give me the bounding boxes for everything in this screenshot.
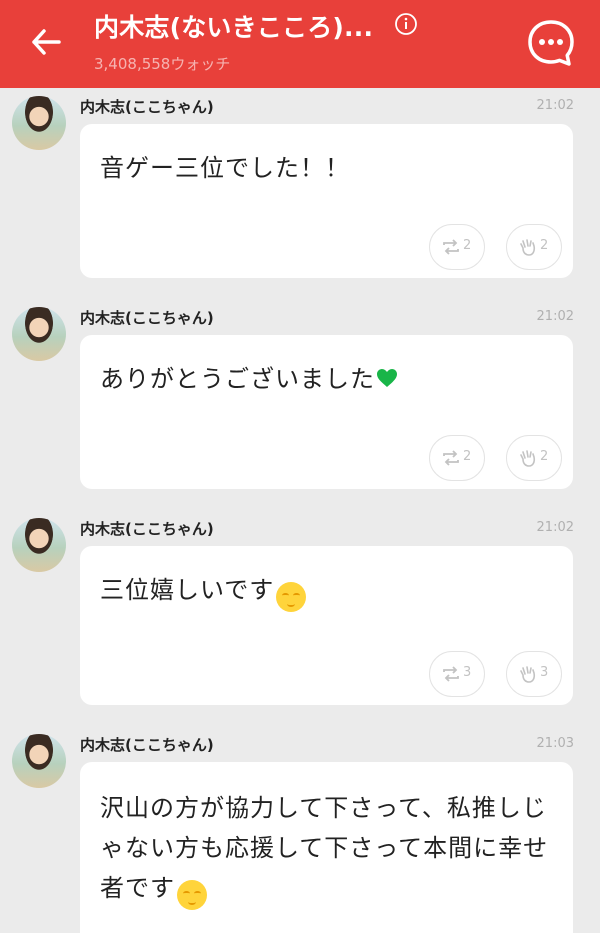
clap-icon xyxy=(520,666,536,683)
author-name: 内木志(ここちゃん) xyxy=(80,98,214,116)
clap-button[interactable]: 2 xyxy=(506,435,562,481)
avatar[interactable] xyxy=(12,96,66,150)
post-time: 21:02 xyxy=(536,309,574,324)
post-time: 21:02 xyxy=(536,520,574,535)
post-item: 内木志(ここちゃん) 21:02 ありがとうございました 2 2 xyxy=(0,299,600,509)
avatar[interactable] xyxy=(12,307,66,361)
watch-count: 3,408,558ウォッチ xyxy=(94,55,231,73)
retalk-icon xyxy=(443,239,459,255)
author-name: 内木志(ここちゃん) xyxy=(80,736,214,754)
clap-icon xyxy=(520,450,536,467)
retalk-button[interactable]: 2 xyxy=(429,224,485,270)
retalk-count: 2 xyxy=(463,449,472,464)
clap-icon xyxy=(520,239,536,256)
chat-bubble-icon xyxy=(528,20,574,66)
green-heart-icon xyxy=(377,369,397,387)
post-item: 内木志(ここちゃん) 21:02 音ゲー三位でした！！ 2 2 xyxy=(0,88,600,298)
retalk-count: 3 xyxy=(463,665,472,680)
message-text: ありがとうございました xyxy=(100,359,557,399)
message-text: 沢山の方が協力して下さって、私推しじゃない方も応援して下さって本間に幸せ者です xyxy=(100,788,559,910)
post-item: 内木志(ここちゃん) 21:02 三位嬉しいです 3 3 xyxy=(0,510,600,720)
smile-emoji-icon xyxy=(177,880,207,910)
comment-button[interactable] xyxy=(526,18,576,68)
retalk-button[interactable]: 3 xyxy=(429,651,485,697)
clap-button[interactable]: 3 xyxy=(506,651,562,697)
info-button[interactable] xyxy=(394,12,418,36)
message-text: 音ゲー三位でした！！ xyxy=(100,154,350,182)
message-bubble: 音ゲー三位でした！！ 2 2 xyxy=(80,124,573,278)
smile-emoji-icon xyxy=(276,582,307,612)
message-bubble: 三位嬉しいです 3 3 xyxy=(80,546,573,705)
retalk-icon xyxy=(443,666,459,682)
page-title: 内木志(ないきこころ)... xyxy=(94,13,374,42)
avatar[interactable] xyxy=(12,734,66,788)
arrow-left-icon xyxy=(32,29,61,55)
message-text: 三位嬉しいです xyxy=(100,570,557,612)
info-icon xyxy=(395,13,417,35)
post-time: 21:02 xyxy=(536,98,574,113)
clap-count: 3 xyxy=(540,665,549,680)
app-header: 内木志(ないきこころ)... 3,408,558ウォッチ xyxy=(0,0,600,88)
avatar[interactable] xyxy=(12,518,66,572)
talk-feed[interactable]: 内木志(ここちゃん) 21:02 音ゲー三位でした！！ 2 2 内木志(ここちゃ… xyxy=(0,88,600,933)
message-bubble: ありがとうございました 2 2 xyxy=(80,335,573,489)
author-name: 内木志(ここちゃん) xyxy=(80,520,214,538)
post-time: 21:03 xyxy=(536,736,574,751)
post-item: 内木志(ここちゃん) 21:03 沢山の方が協力して下さって、私推しじゃない方も… xyxy=(0,726,600,933)
message-bubble: 沢山の方が協力して下さって、私推しじゃない方も応援して下さって本間に幸せ者です xyxy=(80,762,573,933)
clap-count: 2 xyxy=(540,449,549,464)
clap-button[interactable]: 2 xyxy=(506,224,562,270)
retalk-button[interactable]: 2 xyxy=(429,435,485,481)
author-name: 内木志(ここちゃん) xyxy=(80,309,214,327)
retalk-icon xyxy=(443,450,459,466)
clap-count: 2 xyxy=(540,238,549,253)
back-button[interactable] xyxy=(26,22,66,62)
retalk-count: 2 xyxy=(463,238,472,253)
